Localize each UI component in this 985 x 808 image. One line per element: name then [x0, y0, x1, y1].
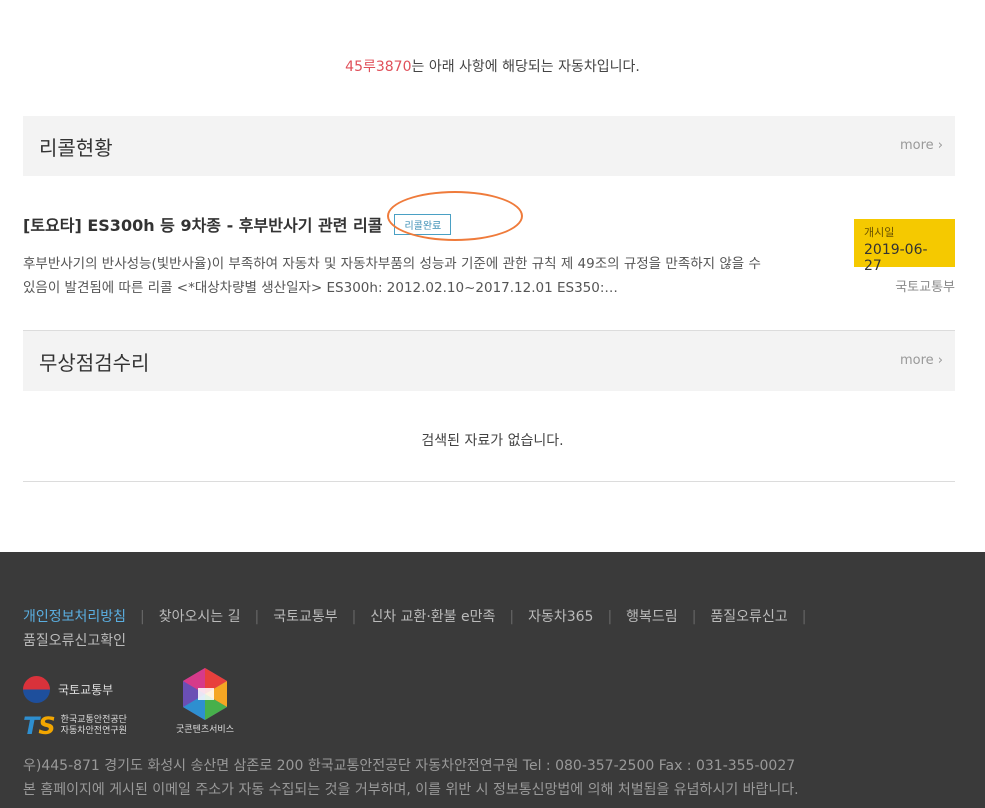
footer-link-new-car-exchange[interactable]: 신차 교환·환불 e만족	[370, 609, 495, 625]
recall-section-title: 리콜현황	[39, 136, 113, 160]
free-repair-more-link[interactable]: more ›	[900, 353, 943, 368]
footer-link-separator: |	[607, 609, 613, 625]
recall-start-date-box: 개시일 2019-06-27	[854, 219, 955, 274]
free-repair-empty-message: 검색된 자료가 없습니다.	[421, 433, 564, 449]
start-date-label: 개시일	[864, 226, 895, 239]
free-repair-section-title: 무상점검수리	[39, 351, 150, 375]
ministry-logo[interactable]: 국토교통부	[23, 676, 113, 703]
ts-logo-mark: TS	[23, 712, 56, 740]
good-content-g-icon	[183, 668, 227, 720]
footer-links: 개인정보처리방침 | 찾아오시는 길 | 국토교통부 | 신차 교환·환불 e만족 | 자동차3…	[23, 605, 923, 653]
footer-address: 우)445-871 경기도 화성시 송산면 삼존로 200 한국교통안전공단 자…	[23, 758, 796, 774]
footer-link-separator: |	[254, 609, 260, 625]
ts-logo-line1: 한국교통안전공단	[60, 715, 127, 725]
footer-link-separator: |	[801, 609, 807, 625]
footer-link-ministry[interactable]: 국토교통부	[273, 609, 337, 625]
highlight-circle	[387, 191, 523, 241]
footer-link-quality-report-check[interactable]: 품질오류신고확인	[23, 633, 126, 649]
free-repair-section-header: 무상점검수리 more ›	[23, 331, 955, 391]
footer-link-privacy[interactable]: 개인정보처리방침	[23, 609, 126, 625]
recall-more-link[interactable]: more ›	[900, 138, 943, 153]
intro-text: 는 아래 사항에 해당되는 자동차입니다.	[411, 59, 640, 75]
good-content-logo-text: 굿콘텐츠서비스	[176, 725, 234, 735]
recall-item[interactable]: [토요타] ES300h 등 9차종 - 후부반사기 관련 리콜 리콜완료 후부…	[23, 191, 955, 300]
footer: 개인정보처리방침 | 찾아오시는 길 | 국토교통부 | 신차 교환·환불 e만족 | 자동차3…	[0, 552, 985, 808]
ts-logo-text: 한국교통안전공단 자동차안전연구원	[61, 715, 127, 737]
footer-link-separator: |	[140, 609, 145, 625]
recall-ministry: 국토교통부	[895, 280, 955, 295]
ministry-logo-text: 국토교통부	[58, 683, 114, 697]
footer-email-notice: 본 홈페이지에 게시된 이메일 주소가 자동 수집되는 것을 거부하며, 이를 …	[23, 782, 799, 798]
good-content-logo[interactable]: 굿콘텐츠서비스	[174, 668, 236, 735]
ts-logo[interactable]: TS 한국교통안전공단 자동차안전연구원	[23, 712, 127, 740]
footer-link-separator: |	[509, 609, 515, 625]
vehicle-intro: 45루3870는 아래 사항에 해당되는 자동차입니다.	[0, 56, 985, 76]
footer-link-car365[interactable]: 자동차365	[528, 609, 593, 625]
footer-link-separator: |	[691, 609, 697, 625]
recall-item-title[interactable]: [토요타] ES300h 등 9차종 - 후부반사기 관련 리콜	[23, 212, 382, 236]
taegeuk-emblem-icon	[23, 676, 50, 703]
license-plate: 45루3870	[345, 59, 412, 75]
footer-link-quality-report[interactable]: 품질오류신고	[710, 609, 787, 625]
footer-link-separator: |	[351, 609, 357, 625]
footer-link-happy-dream[interactable]: 행복드림	[626, 609, 678, 625]
recall-item-description: 후부반사기의 반사성능(빛반사율)이 부족하여 자동차 및 자동차부품의 성능과…	[23, 256, 761, 296]
footer-link-directions[interactable]: 찾아오시는 길	[159, 609, 241, 625]
start-date-value: 2019-06-27	[864, 242, 928, 274]
recall-section-header: 리콜현황 more ›	[23, 116, 955, 176]
ts-logo-line2: 자동차안전연구원	[60, 726, 127, 736]
content-bottom-divider	[23, 481, 955, 482]
